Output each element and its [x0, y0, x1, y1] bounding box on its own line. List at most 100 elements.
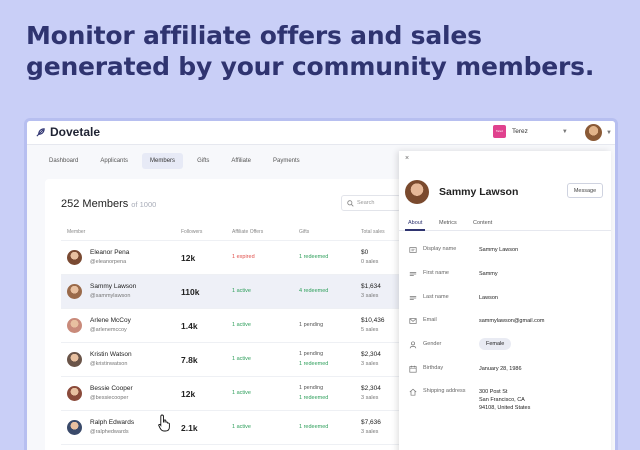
message-button[interactable]: Message: [567, 183, 603, 198]
app-window: Dovetale Tarez Terez ▼ ▼ Dashboard Appli…: [24, 118, 618, 450]
gifts-status-redeemed: 1 redeemed: [299, 361, 329, 367]
field-value: sammylawson@gmail.com: [479, 318, 545, 324]
table-header: Member Followers Affiliate Offers Gifts …: [61, 225, 405, 241]
field-value: 300 Post St San Francisco, CA 94108, Uni…: [479, 389, 531, 411]
affiliate-offers-status: 1 active: [232, 390, 251, 396]
column-member[interactable]: Member: [67, 229, 85, 235]
user-menu[interactable]: ▼: [585, 124, 612, 141]
active-tab-indicator: [405, 229, 425, 231]
avatar: [67, 420, 82, 435]
member-name: Ralph Edwards: [90, 419, 135, 426]
text-lines-icon: [409, 272, 417, 276]
search-input[interactable]: Search: [341, 195, 401, 211]
column-followers[interactable]: Followers: [181, 229, 202, 235]
id-card-icon: [409, 247, 417, 253]
tab-affiliate[interactable]: Affiliate: [223, 153, 259, 169]
members-count: 252 Members: [61, 198, 129, 210]
members-table: Eleanor Pena @eleanorpena 12k 1 expired …: [61, 241, 405, 445]
tab-about[interactable]: About: [408, 220, 422, 226]
affiliate-offers-status: 1 active: [232, 322, 251, 328]
field-label: Email: [423, 317, 437, 323]
followers-count: 12k: [181, 389, 196, 399]
followers-count: 2.1k: [181, 423, 198, 433]
sales-count: 5 sales: [361, 327, 379, 333]
table-row[interactable]: Ralph Edwards @ralphedwards 2.1k 1 activ…: [61, 411, 405, 445]
headline: Monitor affiliate offers and sales gener…: [26, 21, 595, 81]
avatar: [405, 180, 429, 204]
field-label: Birthday: [423, 365, 444, 371]
gifts-status-pending: 1 pending: [299, 385, 324, 391]
member-handle: @bessiecooper: [90, 395, 129, 401]
avatar: [67, 386, 82, 401]
sales-count: 3 sales: [361, 395, 379, 401]
table-row[interactable]: Sammy Lawson @sammylawson 110k 1 active …: [61, 275, 405, 309]
members-limit: of 1000: [131, 200, 157, 209]
sales-total: $7,636: [361, 419, 381, 426]
field-value: Sammy: [479, 271, 498, 277]
gifts-status-pending: 1 pending: [299, 351, 324, 357]
member-handle: @eleanorpena: [90, 259, 127, 265]
members-card: 252 Members of 1000 Search Member Followe…: [45, 179, 405, 450]
gifts-status: 1 redeemed: [299, 424, 329, 430]
gender-badge: Female: [479, 338, 512, 350]
field-label: Gender: [423, 341, 442, 347]
field-label: Last name: [423, 294, 449, 300]
member-name: Bessie Cooper: [90, 385, 133, 392]
member-detail-panel: × Sammy Lawson Message About Metrics Con…: [399, 151, 611, 450]
text-lines-icon: [409, 296, 417, 300]
field-last-name: Last name Lawson: [409, 291, 607, 307]
field-value: Lawson: [479, 295, 498, 301]
panel-tabs: About Metrics Content: [399, 217, 611, 231]
calendar-icon: [409, 365, 417, 373]
table-row[interactable]: Bessie Cooper @bessiecooper 12k 1 active…: [61, 377, 405, 411]
field-display-name: Display name Sammy Lawson: [409, 243, 607, 259]
member-name: Arlene McCoy: [90, 317, 131, 324]
gifts-status: 1 pending: [299, 322, 324, 328]
field-shipping-address: Shipping address 300 Post St San Francis…: [409, 385, 607, 415]
member-handle: @sammylawson: [90, 293, 131, 299]
member-handle: @kristinwatson: [90, 361, 128, 367]
field-label: Display name: [423, 246, 457, 252]
table-row[interactable]: Eleanor Pena @eleanorpena 12k 1 expired …: [61, 241, 405, 275]
store-switcher[interactable]: Tarez Terez ▼: [493, 125, 568, 138]
tab-gifts[interactable]: Gifts: [189, 153, 217, 169]
top-bar: Dovetale Tarez Terez ▼ ▼: [27, 121, 615, 145]
avatar: [67, 318, 82, 333]
panel-member-name: Sammy Lawson: [439, 186, 519, 198]
sales-total: $2,304: [361, 385, 381, 392]
tab-dashboard[interactable]: Dashboard: [41, 153, 86, 169]
avatar: [585, 124, 602, 141]
member-name: Sammy Lawson: [90, 283, 137, 290]
gifts-status: 1 redeemed: [299, 254, 329, 260]
envelope-icon: [409, 318, 417, 324]
close-icon[interactable]: ×: [405, 155, 409, 162]
affiliate-offers-status: 1 active: [232, 424, 251, 430]
column-gifts[interactable]: Gifts: [299, 229, 309, 235]
field-email: Email sammylawson@gmail.com: [409, 314, 607, 330]
tab-payments[interactable]: Payments: [265, 153, 308, 169]
affiliate-offers-status: 1 expired: [232, 254, 255, 260]
logo-text: Dovetale: [50, 125, 101, 139]
tab-members[interactable]: Members: [142, 153, 184, 169]
tab-applicants[interactable]: Applicants: [92, 153, 136, 169]
column-affiliate-offers[interactable]: Affiliate Offers: [232, 229, 263, 235]
field-first-name: First name Sammy: [409, 267, 607, 283]
gifts-status: 4 redeemed: [299, 288, 329, 294]
table-row[interactable]: Arlene McCoy @arlenemccoy 1.4k 1 active …: [61, 309, 405, 343]
field-label: Shipping address: [423, 388, 466, 394]
store-name: Terez: [512, 128, 528, 135]
person-icon: [409, 341, 417, 349]
logo[interactable]: Dovetale: [35, 125, 100, 139]
table-row[interactable]: Kristin Watson @kristinwatson 7.8k 1 act…: [61, 343, 405, 377]
affiliate-offers-status: 1 active: [232, 288, 251, 294]
tab-content[interactable]: Content: [473, 220, 492, 226]
sales-total: $10,436: [361, 317, 385, 324]
column-total-sales[interactable]: Total sales: [361, 229, 385, 235]
store-thumbnail: Tarez: [493, 125, 506, 138]
tab-metrics[interactable]: Metrics: [439, 220, 457, 226]
sales-count: 3 sales: [361, 361, 379, 367]
sales-count: 3 sales: [361, 293, 379, 299]
sales-total: $2,304: [361, 351, 381, 358]
sales-count: 0 sales: [361, 259, 379, 265]
member-handle: @arlenemccoy: [90, 327, 127, 333]
